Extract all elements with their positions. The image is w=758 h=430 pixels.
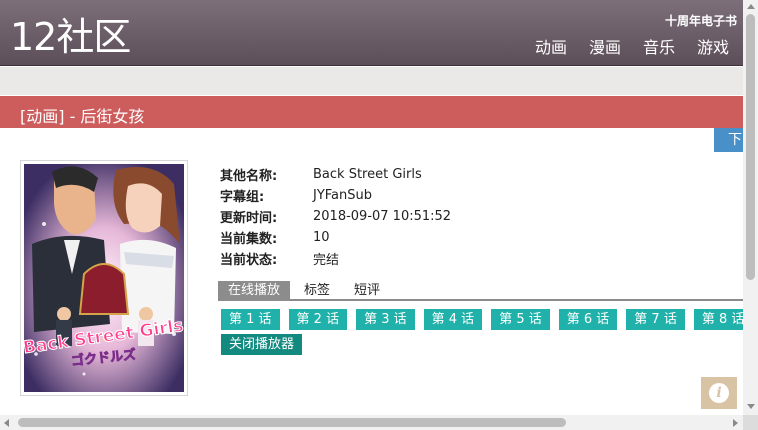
- scroll-left-arrow-icon[interactable]: [4, 419, 9, 427]
- close-player-button[interactable]: 关闭播放器: [221, 334, 303, 355]
- vertical-scrollbar[interactable]: [743, 0, 758, 415]
- nav-item-music[interactable]: 音乐: [643, 38, 675, 58]
- nav-item-games[interactable]: 游戏: [697, 38, 729, 58]
- info-label: 当前状态:: [220, 253, 278, 268]
- horizontal-scrollbar[interactable]: [0, 415, 743, 430]
- info-label: 更新时间:: [220, 211, 278, 226]
- page-title-bar: [动画] - 后街女孩: [0, 96, 743, 128]
- info-button[interactable]: i: [701, 377, 737, 409]
- scrollbar-corner: [743, 415, 758, 430]
- info-row-subgroup: 字幕组: JYFanSub: [220, 185, 451, 206]
- info-value: 完结: [313, 253, 340, 268]
- anniversary-ebook-link[interactable]: 十周年电子书: [665, 12, 737, 29]
- episode-button-3[interactable]: 第 3 话: [356, 309, 415, 330]
- page-viewport: 12社区 十周年电子书 动画 漫画 音乐 游戏 [动画] - 后街女孩 下 Ba…: [0, 0, 758, 430]
- info-value: Back Street Girls: [313, 167, 422, 182]
- poster-image: Back Street Girls ゴクドルズ: [24, 164, 184, 392]
- episode-button-5[interactable]: 第 5 话: [491, 309, 550, 330]
- scroll-up-arrow-icon[interactable]: [747, 4, 755, 9]
- info-row-episode-count: 当前集数: 10: [220, 227, 451, 248]
- tab-tags[interactable]: 标签: [294, 281, 340, 301]
- poster-frame: Back Street Girls ゴクドルズ: [20, 160, 188, 396]
- sub-header-band: [0, 67, 743, 95]
- episode-button-6[interactable]: 第 6 话: [558, 309, 618, 330]
- tab-online-play[interactable]: 在线播放: [218, 281, 291, 301]
- horizontal-scroll-thumb[interactable]: [18, 418, 566, 427]
- page-title: [动画] - 后街女孩: [20, 107, 145, 126]
- poster-art: Back Street Girls ゴクドルズ: [24, 164, 184, 392]
- episode-button-2[interactable]: 第 2 话: [288, 309, 348, 330]
- vertical-scroll-thumb[interactable]: [746, 14, 755, 280]
- scroll-right-arrow-icon[interactable]: [733, 419, 738, 427]
- episode-list: 第 1 话 第 2 话 第 3 话 第 4 话 第 5 话 第 6 话 第 7 …: [221, 309, 753, 330]
- info-icon: i: [709, 383, 729, 403]
- info-label: 字幕组:: [220, 190, 265, 205]
- content-tabs: 在线播放 标签 短评: [218, 281, 743, 301]
- info-value: 10: [313, 230, 330, 245]
- site-logo[interactable]: 12社区: [10, 14, 131, 60]
- episode-button-7[interactable]: 第 7 话: [626, 309, 685, 330]
- info-row-updated: 更新时间: 2018-09-07 10:51:52: [220, 206, 451, 227]
- main-nav: 动画 漫画 音乐 游戏: [535, 38, 729, 58]
- episode-button-1[interactable]: 第 1 话: [221, 309, 280, 330]
- anime-info-table: 其他名称: Back Street Girls 字幕组: JYFanSub 更新…: [220, 164, 451, 269]
- info-label: 当前集数:: [220, 232, 278, 247]
- info-value: 2018-09-07 10:51:52: [313, 209, 452, 224]
- info-label: 其他名称:: [220, 169, 278, 184]
- scroll-down-arrow-icon[interactable]: [747, 404, 755, 409]
- nav-item-anime[interactable]: 动画: [535, 38, 567, 58]
- tab-reviews[interactable]: 短评: [344, 281, 390, 301]
- info-row-status: 当前状态: 完结: [220, 248, 451, 269]
- info-value: JYFanSub: [313, 188, 373, 203]
- site-header: 12社区 十周年电子书 动画 漫画 音乐 游戏: [0, 0, 743, 66]
- info-row-alt-name: 其他名称: Back Street Girls: [220, 164, 451, 185]
- episode-button-4[interactable]: 第 4 话: [423, 309, 483, 330]
- nav-item-manga[interactable]: 漫画: [589, 38, 621, 58]
